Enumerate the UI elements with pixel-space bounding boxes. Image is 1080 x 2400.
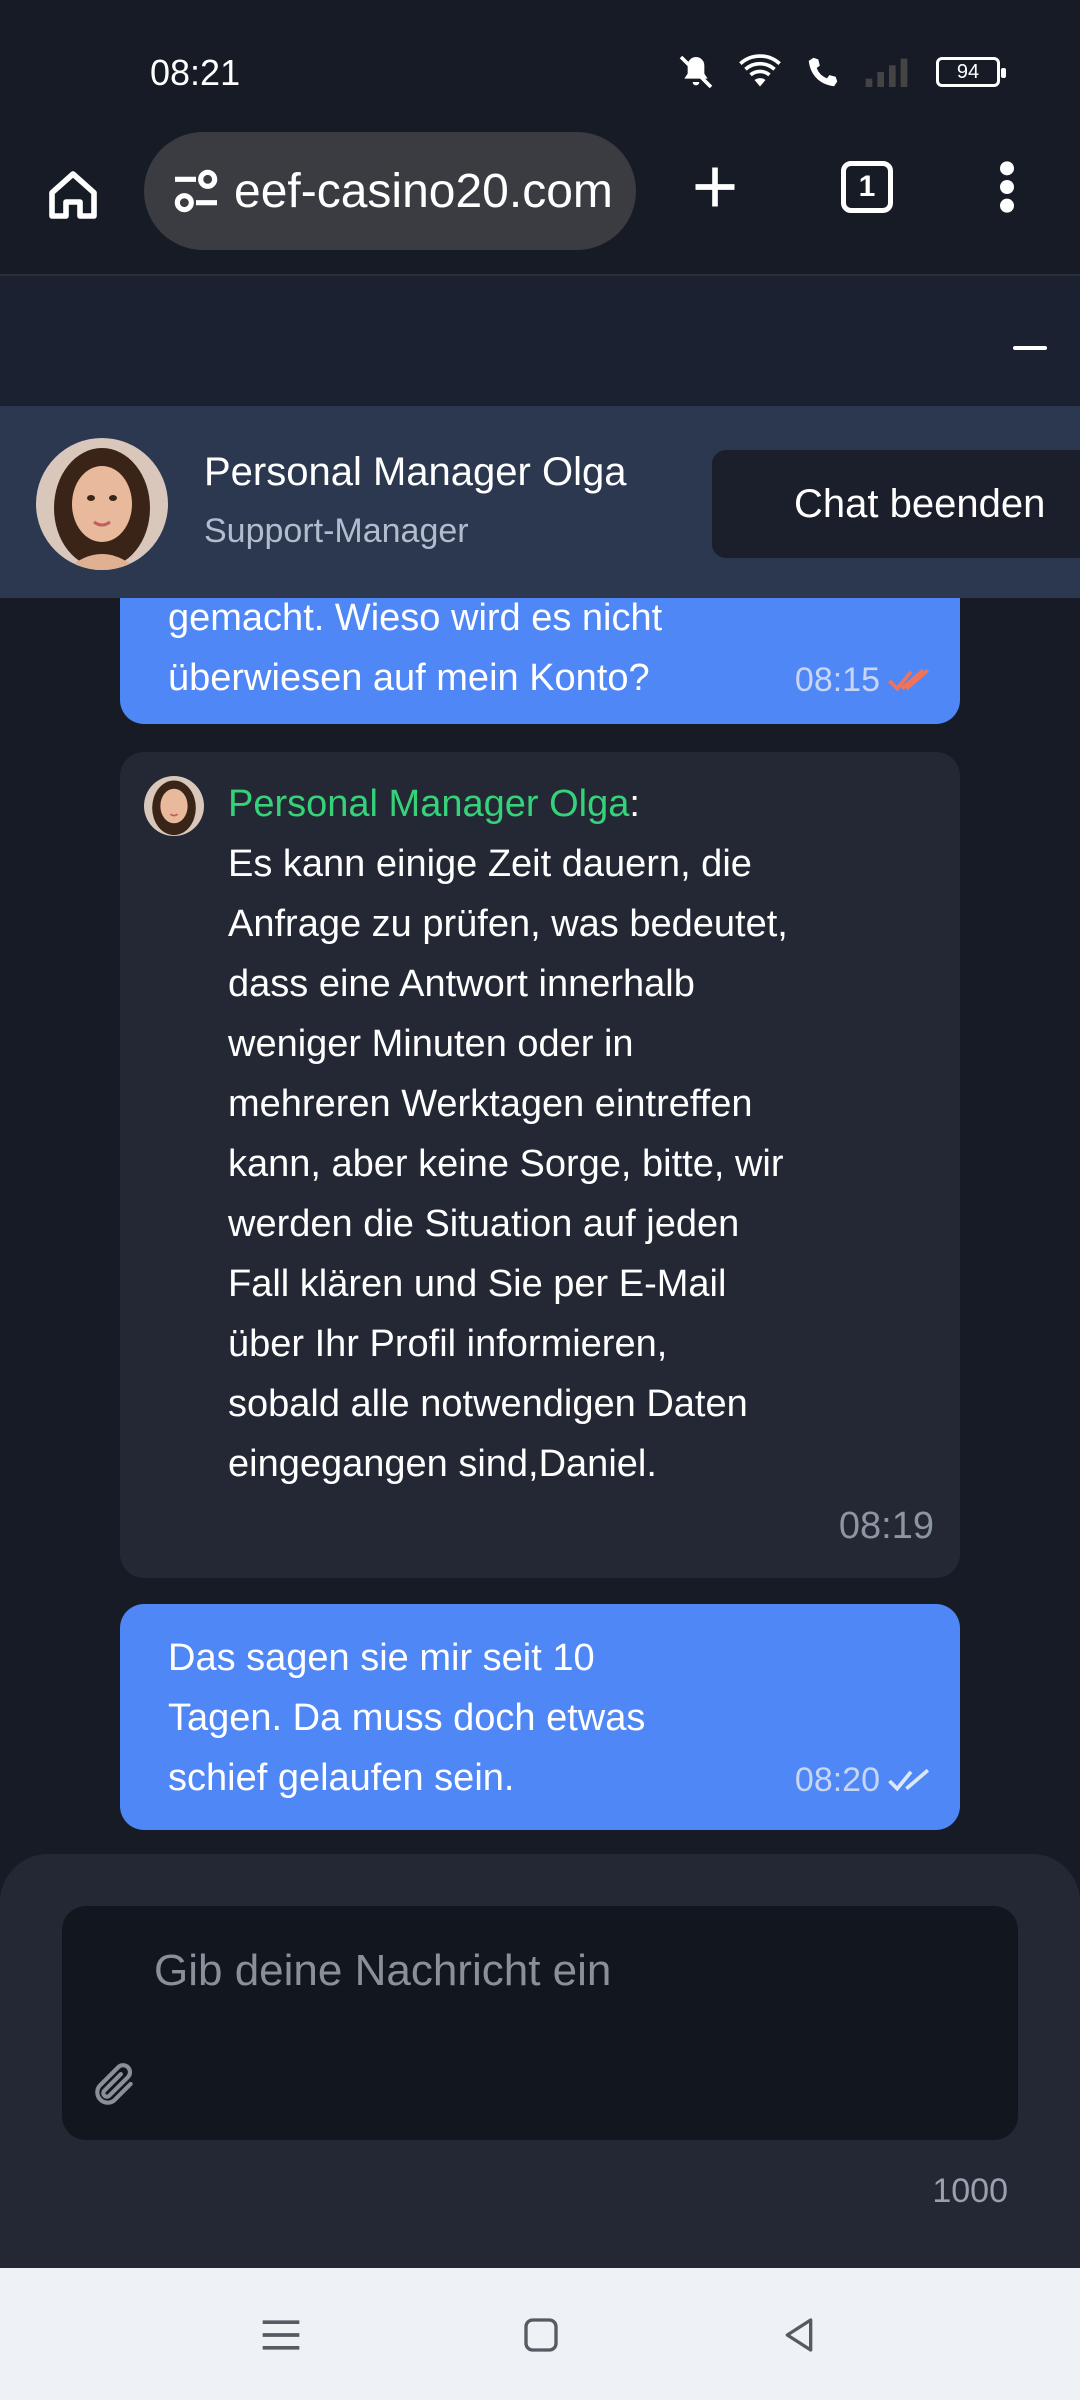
battery-icon: 94 [936, 57, 1006, 87]
tabs-icon: 1 [841, 161, 893, 213]
manager-message: Personal Manager Olga: Es kann einige Ze… [120, 752, 960, 1578]
manager-avatar [36, 438, 168, 570]
user-message: gemacht. Wieso wird es nicht überwiesen … [120, 598, 960, 724]
message-line: Das sagen sie mir seit 10 [168, 1637, 595, 1679]
recents-button[interactable] [254, 2308, 308, 2362]
new-tab-icon [695, 167, 735, 207]
message-time: 08:15 [795, 661, 934, 700]
message-text: Es kann einige Zeit dauern, die Anfrage … [228, 843, 788, 1485]
message-input-placeholder[interactable]: Gib deine Nachricht ein [154, 1946, 611, 1996]
home-icon [49, 171, 97, 219]
status-bar: 08:21 94 [0, 0, 1080, 130]
back-triangle-icon [785, 2318, 813, 2352]
manager-name: Personal Manager Olga [204, 450, 627, 494]
minimize-button[interactable] [1010, 336, 1050, 360]
message-time: 08:19 [838, 1505, 934, 1547]
message-time-text: 08:15 [794, 661, 880, 699]
home-nav-button[interactable] [514, 2308, 568, 2362]
address-bar[interactable]: eef-casino20.com [144, 132, 636, 250]
end-chat-button[interactable]: Chat beenden [712, 450, 1080, 558]
message-list[interactable]: gemacht. Wieso wird es nicht überwiesen … [0, 598, 1080, 1854]
manager-avatar-image [36, 438, 168, 570]
browser-toolbar: eef-casino20.com 1 [0, 130, 1080, 276]
chat-widget-top [0, 276, 1080, 406]
new-tab-button[interactable] [680, 152, 750, 222]
chat-header: Personal Manager Olga Support-Manager Ch… [0, 406, 1080, 598]
paperclip-icon [95, 2063, 133, 2105]
user-message: Das sagen sie mir seit 10 Tagen. Da muss… [120, 1604, 960, 1830]
read-receipt-icon [888, 1768, 930, 1791]
wifi-call-icon [808, 57, 838, 87]
read-receipt-icon [888, 668, 930, 691]
square-icon [524, 2318, 558, 2352]
more-menu-icon [1000, 161, 1014, 213]
status-time: 08:21 [150, 52, 241, 93]
more-menu-button[interactable] [972, 152, 1042, 222]
system-navigation-bar [0, 2268, 1080, 2400]
manager-avatar-small-image [144, 776, 204, 836]
attach-button[interactable] [84, 2056, 144, 2116]
signal-icon [865, 58, 908, 87]
sender-colon: : [629, 783, 640, 825]
tabs-button[interactable]: 1 [832, 152, 902, 222]
manager-role: Support-Manager [204, 512, 469, 550]
character-limit: 1000 [932, 2172, 1008, 2210]
message-line: gemacht. Wieso wird es nicht [168, 598, 663, 639]
status-icons: 94 [676, 52, 1006, 92]
message-input[interactable]: Gib deine Nachricht ein [62, 1906, 1018, 2140]
back-button[interactable] [772, 2308, 826, 2362]
site-settings-icon[interactable] [168, 163, 224, 219]
home-button[interactable] [38, 160, 108, 230]
message-time: 08:20 [795, 1761, 934, 1800]
url-text[interactable]: eef-casino20.com [234, 164, 613, 219]
wifi-icon [739, 54, 781, 87]
message-sender: Personal Manager Olga [228, 783, 630, 825]
menu-icon [262, 2320, 300, 2350]
minimize-icon [1013, 346, 1047, 350]
message-composer: Gib deine Nachricht ein 1000 [0, 1854, 1080, 2268]
mute-icon [679, 55, 713, 89]
manager-avatar-small [144, 776, 204, 836]
message-time-text: 08:20 [794, 1761, 880, 1799]
manager-message-body: Personal Manager Olga: Es kann einige Ze… [228, 774, 788, 1494]
message-line: Tagen. Da muss doch etwas [168, 1697, 646, 1739]
